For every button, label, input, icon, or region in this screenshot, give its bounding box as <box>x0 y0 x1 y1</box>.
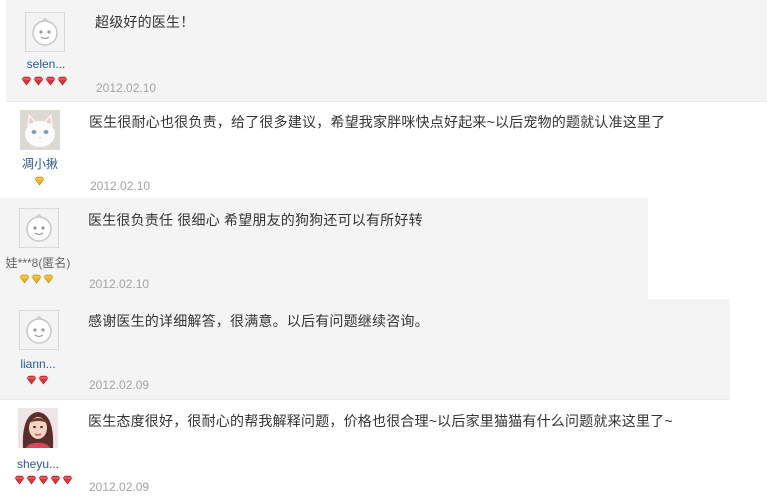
red-diamond-icon <box>26 475 37 485</box>
yellow-diamond-icon <box>43 274 54 284</box>
review-text: 感谢医生的详细解答，很满意。以后有问题继续咨询。 <box>88 313 429 329</box>
review-item: selen... 超级好的医生！ 2012.02.10 <box>6 0 767 102</box>
red-diamond-icon <box>50 475 61 485</box>
review-text: 超级好的医生！ <box>95 14 195 30</box>
reviewer-name[interactable]: liann... <box>15 357 61 371</box>
reviewer-name[interactable]: selen... <box>20 57 72 71</box>
red-diamond-icon <box>21 76 32 86</box>
red-diamond-icon <box>33 76 44 86</box>
red-diamond-icon <box>38 475 49 485</box>
review-date: 2012.02.09 <box>89 480 150 494</box>
review-date: 2012.02.10 <box>96 81 157 95</box>
level-badges <box>34 176 46 188</box>
woman-portrait-photo[interactable] <box>18 408 58 448</box>
red-diamond-icon <box>57 76 68 86</box>
row-divider <box>0 399 730 400</box>
review-item: sheyu... 医生态度很好，很耐心的帮我解释问题，价格也很合理~以后家里猫猫… <box>0 400 767 502</box>
yellow-diamond-icon <box>31 274 42 284</box>
red-diamond-icon <box>26 375 37 385</box>
review-text: 医生很负责任 很细心 希望朋友的狗狗还可以有所好转 <box>88 212 423 228</box>
review-item: 凋小揪 医生很耐心也很负责，给了很多建议，希望我家胖咪快点好起来~以后宠物的题就… <box>0 102 767 198</box>
red-diamond-icon <box>14 475 25 485</box>
level-badges <box>21 76 69 88</box>
level-badges <box>19 274 55 286</box>
default-baby-face-icon[interactable] <box>19 310 59 350</box>
reviewer-name[interactable]: 凋小揪 <box>18 155 62 172</box>
reviewer-name[interactable]: sheyu... <box>14 457 62 471</box>
red-diamond-icon <box>45 76 56 86</box>
level-badges <box>26 375 50 387</box>
default-baby-face-icon[interactable] <box>19 208 59 248</box>
red-diamond-icon <box>38 375 49 385</box>
review-text: 医生态度很好，很耐心的帮我解释问题，价格也很合理~以后家里猫猫有什么问题就来这里… <box>88 413 673 429</box>
yellow-diamond-icon <box>34 176 45 186</box>
review-item: 娃***8(匿名) 医生很负责任 很细心 希望朋友的狗狗还可以有所好转 2012… <box>0 198 648 299</box>
yellow-diamond-icon <box>19 274 30 284</box>
row-divider <box>6 101 767 102</box>
review-date: 2012.02.09 <box>89 378 150 392</box>
review-date: 2012.02.10 <box>89 277 150 291</box>
review-item: liann... 感谢医生的详细解答，很满意。以后有问题继续咨询。 2012.0… <box>0 299 730 400</box>
review-date: 2012.02.10 <box>90 179 151 193</box>
review-text: 医生很耐心也很负责，给了很多建议，希望我家胖咪快点好起来~以后宠物的题就认准这里… <box>89 114 666 130</box>
default-baby-face-icon[interactable] <box>25 12 65 52</box>
reviewer-name: 娃***8(匿名) <box>5 256 71 270</box>
red-diamond-icon <box>62 475 73 485</box>
white-cat-photo[interactable] <box>20 110 60 150</box>
level-badges <box>14 475 74 487</box>
